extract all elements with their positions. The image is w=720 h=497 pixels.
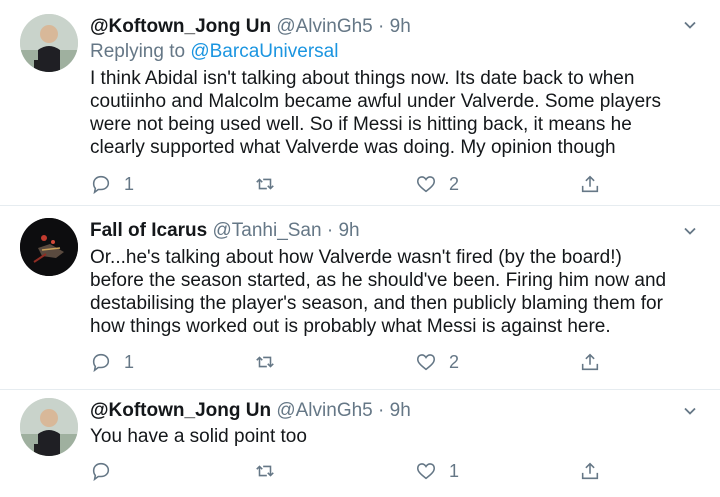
- avatar[interactable]: [20, 218, 78, 276]
- reply-button[interactable]: 1: [90, 350, 134, 374]
- like-count: 2: [449, 173, 460, 194]
- like-button[interactable]: 1: [415, 459, 459, 483]
- tweet-text-line: Or...he's talking about how Valverde was…: [90, 247, 622, 268]
- chevron-down-icon[interactable]: [682, 17, 698, 33]
- tweet-text: Or...he's talking about how Valverde was…: [90, 246, 690, 338]
- user-handle[interactable]: @Tanhi_San: [212, 220, 321, 241]
- tweet-text-line: I think Abidal isn't talking about thing…: [90, 68, 635, 89]
- tweet[interactable]: Fall of Icarus @Tanhi_San · 9h Or...he's…: [0, 206, 720, 389]
- tweet-text-line: how things worked out is probably what M…: [90, 316, 611, 337]
- tweet-header: @Koftown_Jong Un @AlvinGh5 · 9h: [90, 16, 411, 38]
- timestamp[interactable]: 9h: [390, 16, 411, 37]
- avatar[interactable]: [20, 398, 78, 456]
- chevron-down-icon[interactable]: [682, 223, 698, 239]
- timestamp[interactable]: 9h: [338, 220, 359, 241]
- display-name[interactable]: Fall of Icarus: [90, 220, 207, 241]
- tweet[interactable]: @Koftown_Jong Un @AlvinGh5 · 9h You have…: [0, 390, 720, 497]
- reply-button[interactable]: [90, 459, 124, 483]
- separator-dot: ·: [326, 220, 334, 241]
- share-icon: [581, 353, 599, 371]
- avatar[interactable]: [20, 14, 78, 72]
- separator-dot: ·: [378, 16, 385, 37]
- retweet-icon: [256, 465, 274, 477]
- tweet[interactable]: @Koftown_Jong Un @AlvinGh5 · 9h Replying…: [0, 0, 720, 205]
- retweet-icon: [256, 178, 274, 190]
- display-name[interactable]: @Koftown_Jong Un: [90, 16, 271, 37]
- retweet-button[interactable]: [254, 350, 288, 374]
- like-icon: [416, 463, 436, 480]
- retweet-button[interactable]: [254, 459, 288, 483]
- replying-to-label: Replying to: [90, 41, 186, 62]
- tweet-text-line: destabilising the player's season, and t…: [90, 293, 663, 314]
- share-button[interactable]: [579, 350, 601, 374]
- tweet-text: I think Abidal isn't talking about thing…: [90, 67, 690, 159]
- share-icon: [581, 175, 599, 193]
- tweet-text-line: clearly supported what Valverde was doin…: [90, 137, 616, 158]
- reply-button[interactable]: 1: [90, 172, 134, 196]
- share-icon: [581, 462, 599, 480]
- chevron-down-icon[interactable]: [682, 403, 698, 419]
- tweet-feed: @Koftown_Jong Un @AlvinGh5 · 9h Replying…: [0, 0, 720, 497]
- reply-count: 1: [124, 351, 135, 372]
- tweet-text-line: coutiinho and Malcolm became awful under…: [90, 91, 662, 112]
- like-count: 2: [449, 351, 460, 372]
- share-button[interactable]: [579, 172, 601, 196]
- tweet-text-line: before the season started, as he should'…: [90, 270, 667, 291]
- reply-icon: [92, 462, 110, 482]
- tweet-text-line: You have a solid point too: [90, 426, 307, 447]
- tweet-text: You have a solid point too: [90, 425, 690, 448]
- like-button[interactable]: 2: [415, 350, 459, 374]
- separator-dot: ·: [378, 400, 385, 421]
- display-name[interactable]: @Koftown_Jong Un: [90, 400, 271, 421]
- reply-count: 1: [124, 173, 135, 194]
- tweet-header: Fall of Icarus @Tanhi_San · 9h: [90, 220, 360, 242]
- like-icon: [416, 176, 436, 193]
- tweet-header: @Koftown_Jong Un @AlvinGh5 · 9h: [90, 400, 411, 422]
- timestamp[interactable]: 9h: [390, 400, 411, 421]
- retweet-button[interactable]: [254, 172, 288, 196]
- retweet-icon: [256, 356, 274, 368]
- like-icon: [416, 354, 436, 371]
- share-button[interactable]: [579, 459, 601, 483]
- like-count: 1: [449, 460, 460, 481]
- mention-link[interactable]: @BarcaUniversal: [190, 41, 338, 62]
- like-button[interactable]: 2: [415, 172, 459, 196]
- tweet-text-line: were not being used well. So if Messi is…: [90, 114, 632, 135]
- replying-to: Replying to @BarcaUniversal: [90, 41, 338, 63]
- user-handle[interactable]: @AlvinGh5: [276, 16, 372, 37]
- reply-icon: [92, 353, 110, 373]
- reply-icon: [92, 175, 110, 195]
- user-handle[interactable]: @AlvinGh5: [276, 400, 372, 421]
